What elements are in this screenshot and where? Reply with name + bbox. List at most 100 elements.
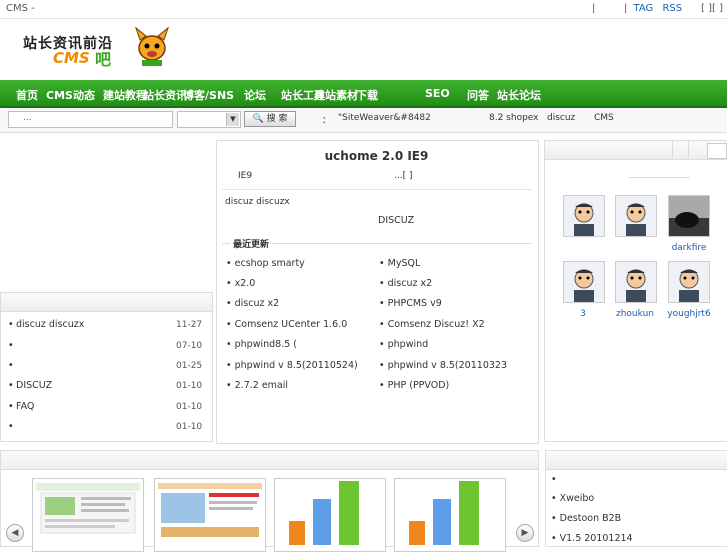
carousel-thumbnail[interactable]	[394, 478, 506, 552]
username[interactable]: youghjrt6	[664, 309, 714, 319]
headline-panel	[216, 140, 539, 444]
carousel-thumbnail[interactable]	[154, 478, 266, 552]
panel-header	[1, 451, 538, 470]
nav-item-forum[interactable]: 论坛	[244, 87, 266, 103]
screenshot-icon	[36, 483, 140, 534]
tab-divider	[672, 140, 673, 158]
list-item[interactable]: • phpwind v 8.5(20110323	[379, 360, 507, 371]
chevron-down-icon: ▼	[226, 113, 239, 126]
nav-item-qa[interactable]: 问答	[467, 87, 489, 103]
search-category-select[interactable]: ▼	[177, 111, 241, 128]
nav-item-cms[interactable]: CMS动态	[46, 87, 95, 103]
avatar[interactable]	[615, 261, 657, 303]
ad-slot	[0, 140, 212, 290]
list-item[interactable]: • V1.5 20101214	[551, 533, 633, 544]
avatar[interactable]	[668, 195, 710, 237]
panel-header	[1, 293, 212, 312]
tag-link[interactable]: TAG	[634, 3, 654, 14]
list-bullet: •	[8, 360, 14, 371]
avatar[interactable]	[668, 261, 710, 303]
bracket-links[interactable]: [ ][ ]	[701, 3, 723, 14]
list-item[interactable]: • discuz x2	[226, 298, 279, 309]
carousel-next-button[interactable]: ▶	[516, 524, 534, 542]
search-placeholder: ...	[23, 113, 32, 123]
username[interactable]: darkfire	[664, 243, 714, 253]
list-date: 01-10	[176, 402, 203, 412]
list-date: 07-10	[176, 341, 203, 351]
list-item[interactable]: • Destoon B2B	[551, 513, 621, 524]
hot-link[interactable]: 8.2 shopex	[489, 113, 539, 123]
nav-item-webmaster-forum[interactable]: 站长论坛	[497, 87, 541, 103]
headline-title[interactable]: uchome 2.0 IE9	[216, 149, 537, 163]
user-icon	[574, 269, 594, 302]
search-input[interactable]: ...	[8, 111, 173, 128]
top-bar: CMS - | | TAG RSS [ ][ ]	[0, 0, 727, 19]
rss-link[interactable]: RSS	[662, 3, 682, 14]
list-item[interactable]: • 2.7.2 email	[226, 380, 288, 391]
user-icon	[574, 203, 594, 236]
list-date: 11-27	[176, 320, 203, 330]
mascot-icon	[134, 26, 170, 66]
list-item[interactable]: •	[551, 474, 557, 485]
bar-graphic-icon	[409, 481, 479, 545]
divider	[628, 177, 690, 178]
nav-item-blog-sns[interactable]: 博客/SNS	[183, 87, 234, 103]
headline-sub-left: IE9	[238, 171, 253, 181]
list-item[interactable]: • PHP (PPVOD)	[379, 380, 449, 391]
list-item[interactable]: • phpwind	[379, 339, 428, 350]
top-links: | | TAG RSS [ ][ ]	[592, 3, 723, 14]
list-item[interactable]: FAQ	[16, 401, 34, 412]
username[interactable]: 3	[558, 309, 608, 319]
list-date: 01-10	[176, 422, 203, 432]
user-icon	[626, 203, 646, 236]
list-item[interactable]: • Comsenz UCenter 1.6.0	[226, 319, 347, 330]
logo-cms-text: CMS	[53, 49, 90, 67]
list-item[interactable]: • x2.0	[226, 278, 255, 289]
screenshot-icon	[158, 483, 262, 537]
site-logo[interactable]: 站长资讯前沿 CMS 吧	[20, 24, 170, 70]
search-button[interactable]: 🔍 搜 索	[244, 111, 296, 127]
hot-link[interactable]: CMS	[594, 113, 614, 123]
avatar[interactable]	[615, 195, 657, 237]
divider	[222, 189, 531, 190]
separator: |	[591, 3, 596, 14]
main-nav: 首页 CMS动态 建站教程 站长资讯 博客/SNS 论坛 站长工具 建站素材 下…	[0, 80, 727, 108]
panel-header	[546, 451, 727, 470]
list-bullet: •	[8, 380, 14, 391]
nav-item-seo[interactable]: SEO	[425, 87, 450, 100]
carousel-thumbnail[interactable]	[32, 478, 144, 552]
nav-item-news[interactable]: 站长资讯	[143, 87, 187, 103]
headline-line2-left[interactable]: discuz discuzx	[225, 197, 290, 207]
carousel-thumbnail[interactable]	[274, 478, 386, 552]
list-date: 01-10	[176, 381, 203, 391]
list-item[interactable]: DISCUZ	[16, 380, 52, 391]
avatar[interactable]	[563, 261, 605, 303]
panel-tab[interactable]	[707, 143, 727, 159]
user-icon	[626, 269, 646, 302]
headline-line2-right[interactable]: DISCUZ	[378, 215, 414, 226]
list-item[interactable]: • phpwind v 8.5(20110524)	[226, 360, 358, 371]
hot-link[interactable]: "SiteWeaver&#8482	[338, 113, 431, 123]
latest-updates-label: 最近更新	[230, 237, 273, 250]
list-bullet: •	[8, 401, 14, 412]
hot-link[interactable]: discuz	[547, 113, 575, 123]
avatar[interactable]	[563, 195, 605, 237]
panel-header	[545, 141, 727, 160]
nav-item-tutorial[interactable]: 建站教程	[103, 87, 147, 103]
headline-sub-right[interactable]: ...[ ]	[394, 171, 412, 181]
list-item[interactable]: • Xweibo	[551, 493, 594, 504]
list-item[interactable]: • Comsenz Discuz! X2	[379, 319, 485, 330]
list-item[interactable]: • PHPCMS v9	[379, 298, 442, 309]
nav-item-materials[interactable]: 建站素材	[314, 87, 358, 103]
list-item[interactable]: • phpwind8.5 (	[226, 339, 297, 350]
list-item[interactable]: • discuz x2	[379, 278, 432, 289]
carousel-prev-button[interactable]: ◀	[6, 524, 24, 542]
username[interactable]: zhoukun	[610, 309, 660, 319]
list-item[interactable]: discuz discuzx	[16, 319, 84, 330]
nav-item-home[interactable]: 首页	[16, 87, 38, 103]
list-item[interactable]: • ecshop smarty	[226, 258, 305, 269]
list-bullet: •	[8, 340, 14, 351]
list-item[interactable]: • MySQL	[379, 258, 420, 269]
bar-graphic-icon	[289, 481, 359, 545]
nav-item-download[interactable]: 下载	[356, 87, 378, 103]
